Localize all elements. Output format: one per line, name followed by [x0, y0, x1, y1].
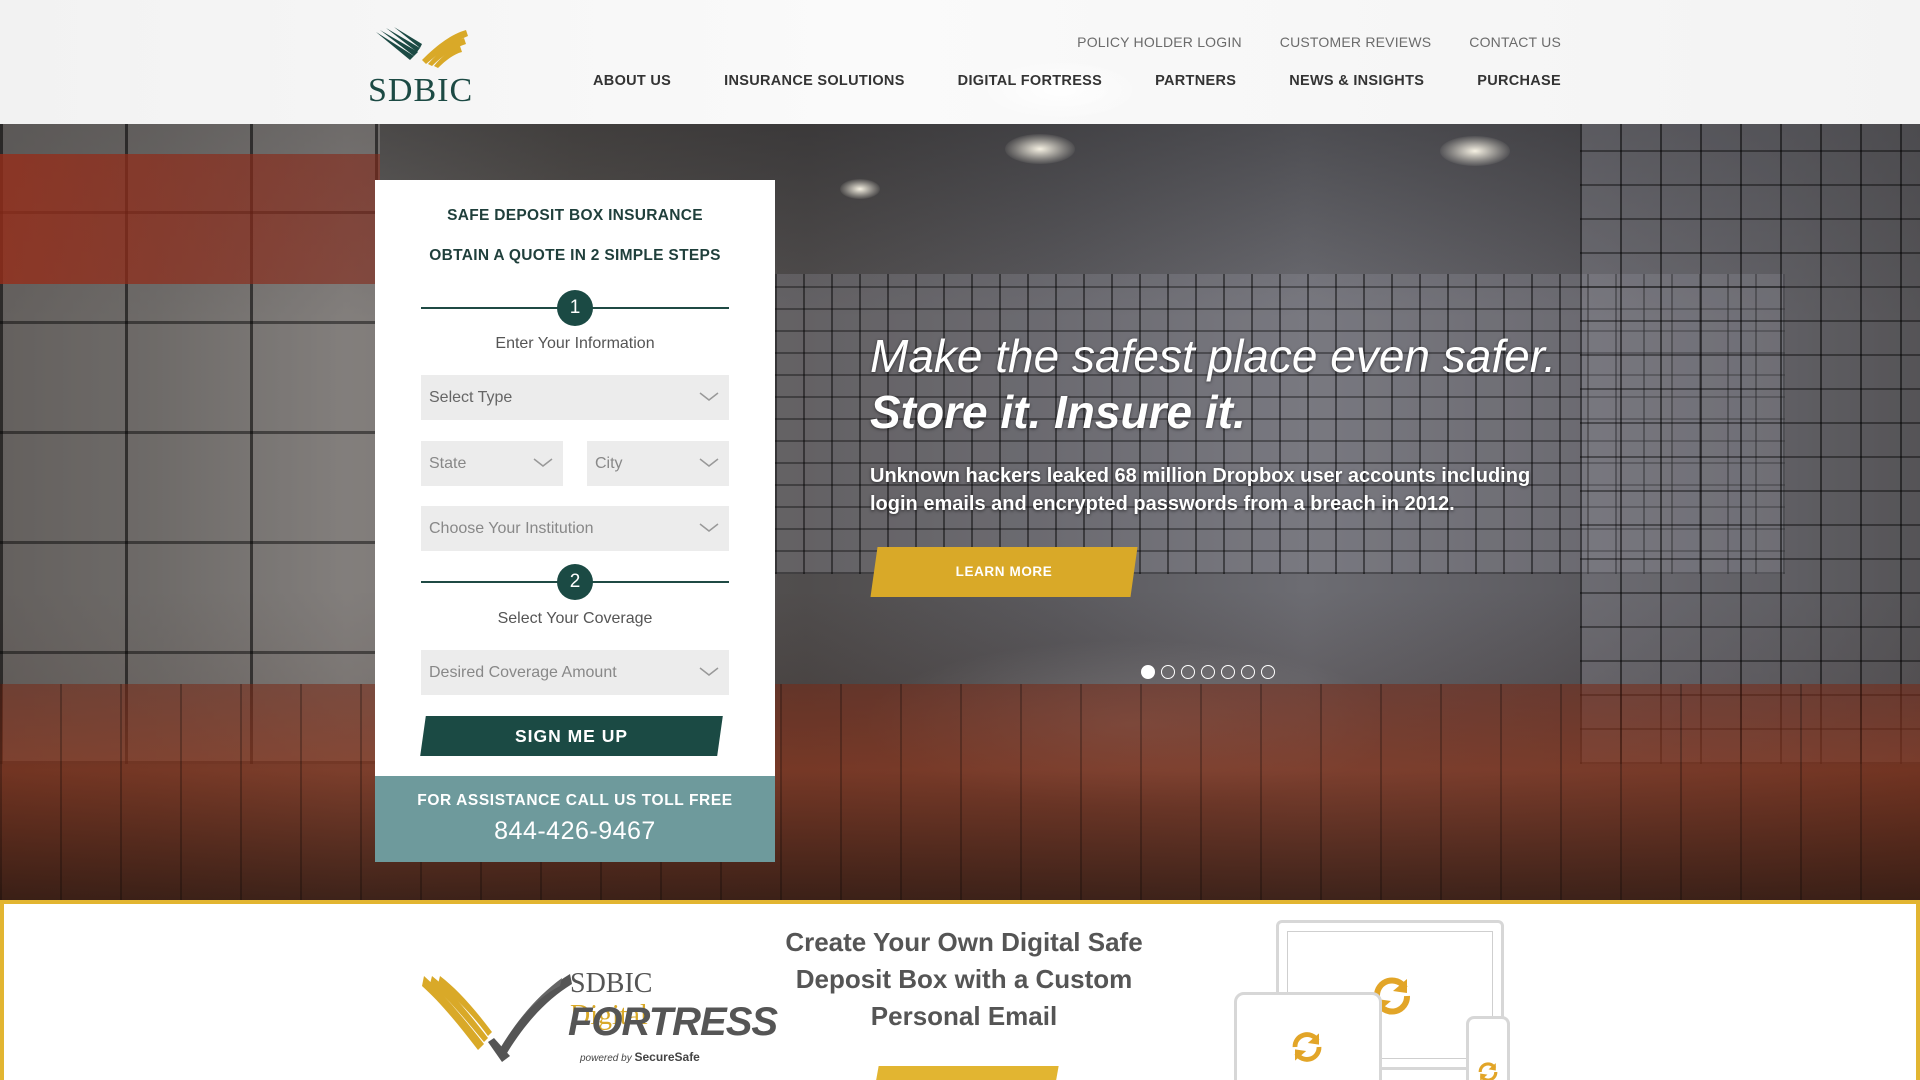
eagle-wings-icon [376, 27, 468, 68]
slide-dot-1[interactable] [1141, 665, 1155, 679]
slide-dot-4[interactable] [1201, 665, 1215, 679]
form-subtitle: OBTAIN A QUOTE IN 2 SIMPLE STEPS [429, 247, 721, 264]
sync-icon [1478, 1062, 1498, 1080]
main-nav: ABOUT US INSURANCE SOLUTIONS DIGITAL FOR… [593, 73, 1561, 89]
hero-body-text: Unknown hackers leaked 68 million Dropbo… [870, 465, 1531, 515]
select-type-value: Select Type [429, 389, 513, 406]
form-title: SAFE DEPOSIT BOX INSURANCE [447, 207, 703, 224]
nav-partners[interactable]: PARTNERS [1155, 73, 1236, 89]
ceiling-light [1440, 136, 1510, 166]
nav-insurance-solutions[interactable]: INSURANCE SOLUTIONS [724, 73, 905, 89]
chevron-down-icon [533, 458, 553, 467]
devices-illustration [1234, 920, 1514, 1080]
nav-digital-fortress[interactable]: DIGITAL FORTRESS [958, 73, 1102, 89]
customer-reviews-link[interactable]: CUSTOMER REVIEWS [1280, 34, 1432, 50]
fortress-wings-icon [422, 974, 572, 1062]
step-1-badge: 1 [557, 290, 593, 326]
state-dropdown[interactable]: State [421, 441, 563, 486]
ceiling-light [1005, 134, 1075, 164]
toll-free-phone[interactable]: 844-426-9467 [375, 817, 775, 846]
nav-about-us[interactable]: ABOUT US [593, 73, 671, 89]
assistance-title: FOR ASSISTANCE CALL US TOLL FREE [417, 792, 733, 809]
learn-more-button[interactable]: LEARN MORE [870, 547, 1138, 597]
digital-fortress-banner: SDBIC Digital FORTRESS powered by Secure… [0, 900, 1920, 1080]
assistance-box: FOR ASSISTANCE CALL US TOLL FREE 844-426… [375, 776, 775, 862]
city-dropdown[interactable]: City [587, 441, 729, 486]
quote-form-card: SAFE DEPOSIT BOX INSURANCE OBTAIN A QUOT… [375, 180, 775, 862]
utility-nav: POLICY HOLDER LOGIN CUSTOMER REVIEWS CON… [1077, 34, 1561, 50]
coverage-placeholder: Desired Coverage Amount [429, 664, 617, 681]
slide-dot-2[interactable] [1161, 665, 1175, 679]
powered-by-securesafe: powered by SecureSafe [580, 1050, 700, 1064]
select-type-dropdown[interactable]: Select Type [421, 375, 729, 420]
sync-icon [1292, 1032, 1322, 1062]
slider-pagination [1141, 665, 1275, 679]
hero-copy: Make the safest place even safer. Store … [870, 328, 1570, 518]
fortress-heading: Create Your Own Digital Safe Deposit Box… [785, 927, 1143, 1031]
coverage-dropdown[interactable]: Desired Coverage Amount [421, 650, 729, 695]
logo-wordmark: SDBIC [368, 72, 474, 109]
hero-tagline-line2: Store it. Insure it. [870, 386, 1246, 438]
fortress-cta-button[interactable] [873, 1066, 1059, 1080]
chevron-down-icon [699, 667, 719, 676]
nav-purchase[interactable]: PURCHASE [1477, 73, 1561, 89]
slide-dot-6[interactable] [1241, 665, 1255, 679]
slide-dot-5[interactable] [1221, 665, 1235, 679]
sdbic-logo[interactable]: SDBIC [368, 26, 478, 109]
slide-dot-7[interactable] [1261, 665, 1275, 679]
digital-fortress-logo[interactable]: SDBIC Digital FORTRESS powered by Secure… [422, 964, 778, 1074]
chevron-down-icon [699, 523, 719, 532]
phone-icon [1466, 1016, 1510, 1080]
nav-news-insights[interactable]: NEWS & INSIGHTS [1289, 73, 1424, 89]
state-placeholder: State [429, 455, 467, 472]
contact-us-link[interactable]: CONTACT US [1469, 34, 1561, 50]
vault-wood-paneling [0, 684, 1920, 900]
hero-tagline-line1: Make the safest place even safer. [870, 330, 1557, 382]
chevron-down-icon [699, 458, 719, 467]
tablet-icon [1234, 992, 1382, 1080]
vault-wall-right [1580, 124, 1920, 764]
step-1-label: Enter Your Information [495, 335, 655, 352]
chevron-down-icon [699, 392, 719, 401]
step-2-label: Select Your Coverage [497, 610, 653, 627]
learn-more-label: LEARN MORE [955, 564, 1053, 579]
ceiling-light [840, 179, 880, 199]
sign-me-up-label: SIGN ME UP [514, 726, 629, 746]
policy-holder-login-link[interactable]: POLICY HOLDER LOGIN [1077, 34, 1242, 50]
site-header: SDBIC POLICY HOLDER LOGIN CUSTOMER REVIE… [0, 0, 1920, 124]
sign-me-up-button[interactable]: SIGN ME UP [420, 716, 723, 756]
institution-placeholder: Choose Your Institution [429, 520, 594, 537]
city-placeholder: City [595, 455, 623, 472]
institution-dropdown[interactable]: Choose Your Institution [421, 506, 729, 551]
step-2-badge: 2 [557, 564, 593, 600]
slide-dot-3[interactable] [1181, 665, 1195, 679]
